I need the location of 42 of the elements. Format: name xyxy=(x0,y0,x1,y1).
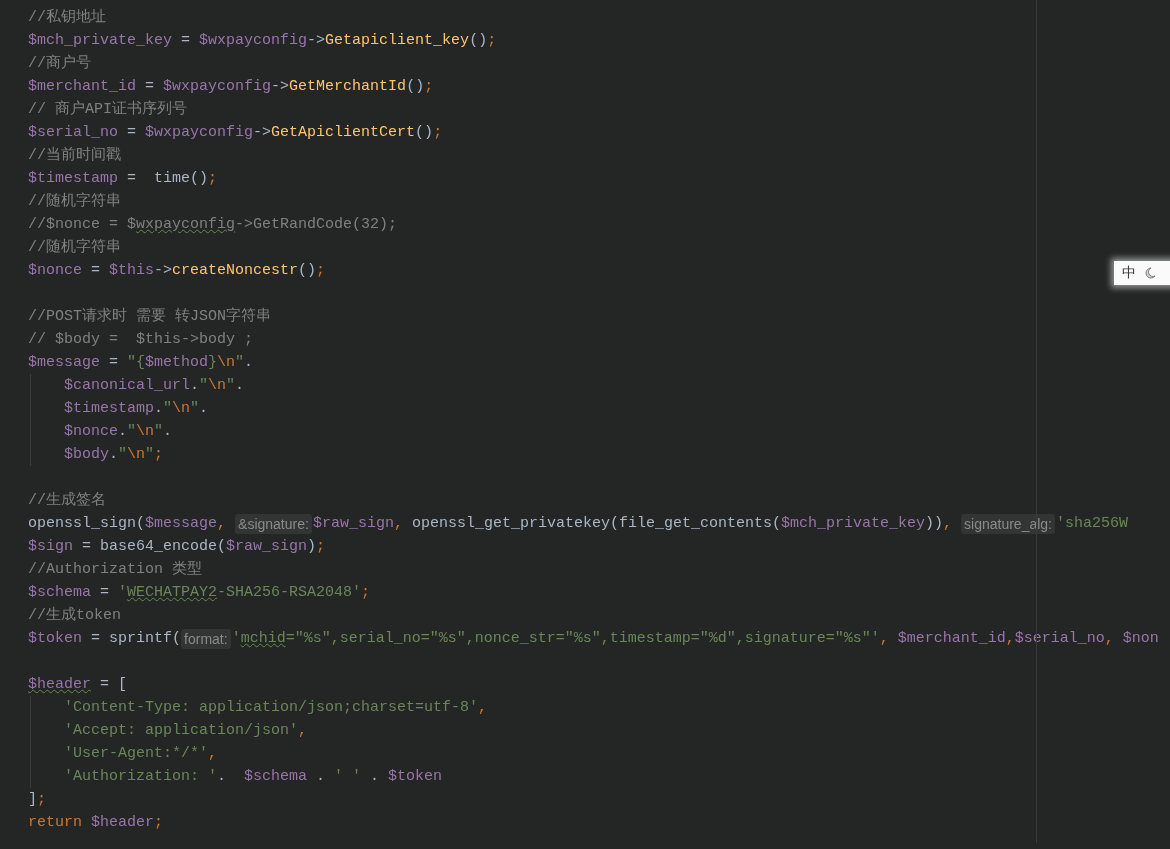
code-text: $raw_sign, openssl_get_privatekey(file_get_contents($mch_private_key)), xyxy=(312,514,954,534)
code-text: $body."\n"; xyxy=(64,445,164,465)
code-text: $schema = 'WECHATPAY2-SHA256-RSA2048'; xyxy=(28,583,371,603)
parameter-hint: format: xyxy=(181,628,231,649)
code-text: //当前时间戳 xyxy=(28,145,121,166)
code-text: $serial_no = $wxpayconfig->GetApiclientCert(); xyxy=(28,123,443,143)
code-text: 'Accept: application/json', xyxy=(64,721,308,741)
code-text: $timestamp = time(); xyxy=(28,169,218,189)
code-text: //POST请求时 需要 转JSON字符串 xyxy=(28,306,272,327)
code-text: 'User-Agent:*/*', xyxy=(64,744,218,764)
code-text: 'mchid="%s",serial_no="%s",nonce_str="%s",timestamp="%d",signature="%s"', $merchant_id,$serial_no, $non xyxy=(231,629,1159,649)
code-text: //随机字符串 xyxy=(28,191,121,212)
code-text: // 商户API证书序列号 xyxy=(28,99,187,120)
moon-icon[interactable] xyxy=(1144,267,1156,279)
code-text: $nonce = $this->createNoncestr(); xyxy=(28,261,326,281)
code-text: $mch_private_key = $wxpayconfig->Getapiclient_key(); xyxy=(28,31,497,51)
code-text: $header = [ xyxy=(28,675,128,695)
code-text: //Authorization 类型 xyxy=(28,559,203,580)
parameter-hint: signature_alg: xyxy=(961,513,1055,534)
parameter-hint: &signature: xyxy=(235,513,312,534)
code-text: //$nonce = $wxpayconfig->GetRandCode(32); xyxy=(28,215,398,235)
code-text: //生成token xyxy=(28,605,121,626)
code-text: $message = "{$method}\n". xyxy=(28,353,254,373)
code-text: $timestamp."\n". xyxy=(64,399,209,419)
code-text: openssl_sign($message, xyxy=(28,514,228,534)
code-text: 'Authorization: '. $schema . ' ' . $token xyxy=(64,767,443,787)
code-text: $sign = base64_encode($raw_sign); xyxy=(28,537,326,557)
code-text: ]; xyxy=(28,790,47,810)
code-text: //随机字符串 xyxy=(28,237,121,258)
code-text: //私钥地址 xyxy=(28,7,106,28)
code-text: //生成签名 xyxy=(28,490,106,511)
code-text: // $body = $this->body ; xyxy=(28,330,254,350)
code-text: $nonce."\n". xyxy=(64,422,173,442)
code-text: $token = sprintf( xyxy=(28,629,182,649)
code-text: $merchant_id = $wxpayconfig->GetMerchantId(); xyxy=(28,77,434,97)
code-text: return $header; xyxy=(28,813,164,833)
input-mode-label[interactable]: 中 xyxy=(1122,264,1136,282)
code-text: //商户号 xyxy=(28,53,91,74)
code-text: 'Content-Type: application/json;charset=utf-8', xyxy=(64,698,488,718)
ime-toolbar[interactable]: 中 xyxy=(1114,261,1170,285)
code-text: 'sha256W xyxy=(1056,514,1128,534)
code-text: $canonical_url."\n". xyxy=(64,376,245,396)
